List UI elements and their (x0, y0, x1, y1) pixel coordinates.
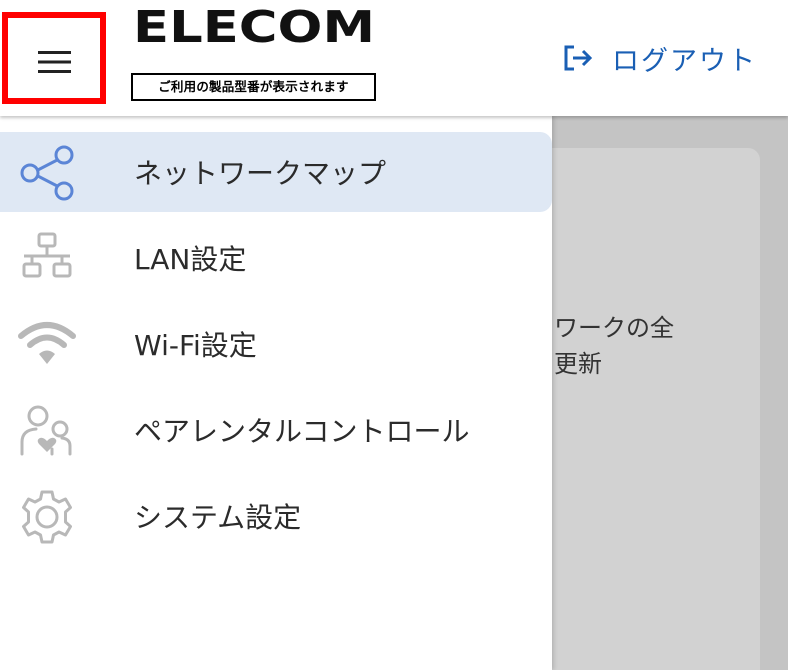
elecom-logo: ELECOM (133, 6, 375, 48)
wifi-icon (18, 322, 76, 364)
nav-label-wifi-settings: Wi-Fi設定 (134, 329, 257, 362)
nav-item-parental-control[interactable]: ペアレンタルコントロール (0, 390, 552, 470)
svg-text:ELECOM: ELECOM (133, 6, 375, 48)
hamburger-icon (38, 51, 71, 73)
lan-topology-icon (22, 232, 72, 278)
nav-item-network-map[interactable]: ネットワークマップ (0, 132, 552, 212)
nav-item-wifi-settings[interactable]: Wi-Fi設定 (0, 304, 552, 384)
background-card (520, 148, 760, 670)
parental-control-icon (20, 405, 72, 456)
background-text-line-1: ワークの全 (554, 314, 674, 342)
navigation-drawer: ネットワークマップ LAN設定 Wi-Fi設定 ペアレンタルコントロール システ… (0, 116, 552, 670)
logout-label: ログアウト (612, 45, 757, 77)
nav-label-lan-settings: LAN設定 (134, 243, 247, 276)
nav-label-parental-control: ペアレンタルコントロール (134, 415, 470, 448)
logout-button[interactable]: ログアウト (562, 38, 757, 78)
hamburger-menu-button[interactable] (2, 12, 106, 104)
app-window: ワークの全 更新 ELECOM ご利用の製品型番が表示されます ログアウト ネッ… (0, 0, 788, 670)
nav-item-lan-settings[interactable]: LAN設定 (0, 218, 552, 298)
background-text-line-2: 更新 (554, 350, 602, 378)
app-header: ELECOM ご利用の製品型番が表示されます ログアウト (0, 0, 788, 116)
logout-icon (564, 45, 593, 71)
nav-label-network-map: ネットワークマップ (134, 157, 387, 190)
model-number-note: ご利用の製品型番が表示されます (131, 73, 376, 101)
nav-item-system-settings[interactable]: システム設定 (0, 476, 552, 556)
gear-icon (22, 490, 72, 544)
nav-label-system-settings: システム設定 (134, 501, 302, 534)
share-network-icon (20, 145, 74, 201)
